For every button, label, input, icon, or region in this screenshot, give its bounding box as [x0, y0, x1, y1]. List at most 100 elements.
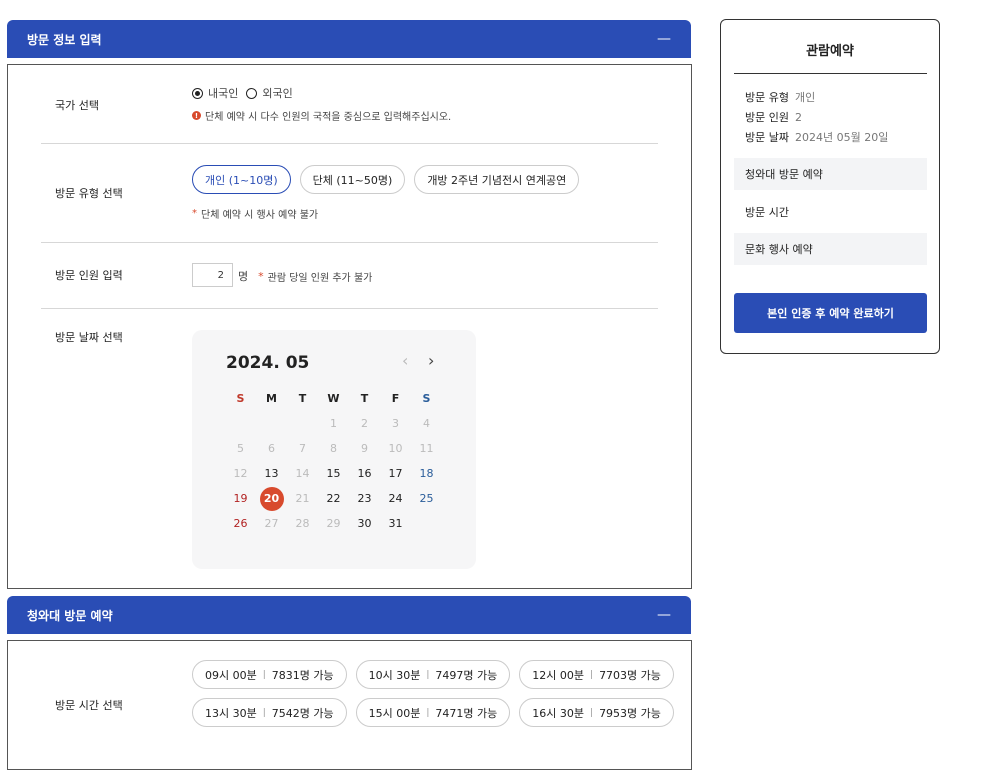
- confirm-reservation-button[interactable]: 본인 인증 후 예약 완료하기: [734, 293, 927, 333]
- radio-foreign-label: 외국인: [262, 87, 293, 100]
- chevron-right-icon[interactable]: ›: [428, 353, 434, 369]
- calendar-day: 5: [225, 436, 256, 461]
- calendar-day-number: 5: [237, 442, 244, 455]
- calendar-day: 28: [287, 511, 318, 536]
- calendar-month-title: 2024. 05: [226, 353, 310, 373]
- separator: |: [590, 707, 594, 718]
- cheongwadae-header[interactable]: 청와대 방문 예약 —: [7, 596, 691, 634]
- calendar-day: 11: [411, 436, 442, 461]
- calendar-day-number: 19: [233, 492, 248, 505]
- type-label: 방문 유형 선택: [55, 187, 123, 200]
- radio-unchecked-icon: [246, 87, 258, 99]
- calendar-empty-cell: [225, 411, 256, 436]
- calendar-day[interactable]: 26: [225, 511, 256, 536]
- calendar-day[interactable]: 13: [256, 461, 287, 486]
- radio-domestic-label: 내국인: [208, 87, 239, 100]
- calendar-day: 6: [256, 436, 287, 461]
- calendar-day[interactable]: 23: [349, 486, 380, 511]
- time-label: 방문 시간 선택: [55, 699, 123, 712]
- visit-info-header[interactable]: 방문 정보 입력 —: [7, 20, 691, 58]
- type-note: * 단체 예약 시 행사 예약 불가: [192, 206, 318, 221]
- time-slot-button[interactable]: 15시 00분 | 7471명 가능: [355, 698, 511, 727]
- calendar-day-number: 24: [388, 492, 403, 505]
- collapse-icon[interactable]: —: [657, 608, 671, 622]
- calendar-day[interactable]: 25: [411, 486, 442, 511]
- calendar-day[interactable]: 18: [411, 461, 442, 486]
- calendar-day-number: 16: [357, 467, 372, 480]
- summary-item-cheongwadae: 청와대 방문 예약: [734, 158, 927, 190]
- calendar: 2024. 05 ‹ › S M T W T F S 1 2 3 4 5 6 7 8 9 10 11 12 13 14 1…: [192, 330, 476, 569]
- calendar-day-number: 12: [233, 467, 248, 480]
- calendar-day: 7: [287, 436, 318, 461]
- separator: |: [590, 669, 594, 680]
- country-note-text: 단체 예약 시 다수 인원의 국적을 중심으로 입력해주십시오.: [205, 112, 452, 123]
- calendar-day[interactable]: 30: [349, 511, 380, 536]
- calendar-day-number: 27: [264, 517, 279, 530]
- type-options: 개인 (1~10명) 단체 (11~50명) 개방 2주년 기념전시 연계공연: [192, 165, 580, 194]
- chevron-left-icon[interactable]: ‹: [402, 353, 408, 369]
- calendar-day-number: 23: [357, 492, 372, 505]
- calendar-day[interactable]: 17: [380, 461, 411, 486]
- calendar-day: 27: [256, 511, 287, 536]
- calendar-day: 12: [225, 461, 256, 486]
- count-note-text: 관람 당일 인원 추가 불가: [267, 272, 373, 284]
- type-option-group[interactable]: 단체 (11~50명): [299, 165, 406, 194]
- type-option-individual[interactable]: 개인 (1~10명): [192, 165, 291, 194]
- country-note: ! 단체 예약 시 다수 인원의 국적을 중심으로 입력해주십시오.: [192, 108, 451, 123]
- calendar-day-number: 30: [357, 517, 372, 530]
- divider: [41, 308, 658, 309]
- required-star: *: [258, 269, 264, 283]
- calendar-day[interactable]: 24: [380, 486, 411, 511]
- required-star: *: [192, 208, 197, 219]
- calendar-day[interactable]: 15: [318, 461, 349, 486]
- weekday-header: F: [391, 392, 400, 405]
- summary-item-event: 문화 행사 예약: [734, 233, 927, 265]
- radio-checked-icon: [192, 87, 203, 99]
- summary-info-key: 방문 날짜: [745, 131, 789, 144]
- time-slot-availability: 7471명 가능: [435, 706, 498, 720]
- calendar-day-number: 21: [295, 492, 310, 505]
- time-slot-button[interactable]: 09시 00분 | 7831명 가능: [192, 660, 347, 689]
- time-slot-button[interactable]: 16시 30분 | 7953명 가능: [519, 698, 674, 727]
- radio-domestic[interactable]: 내국인: [192, 85, 238, 101]
- date-label: 방문 날짜 선택: [55, 331, 123, 344]
- reservation-summary: 관람예약 방문 유형 개인 방문 인원 2 방문 날짜 2024년 05월 20일 청…: [720, 19, 940, 354]
- calendar-day-number: 9: [361, 442, 368, 455]
- divider: [41, 242, 658, 243]
- calendar-day-number: 15: [326, 467, 341, 480]
- time-slot-time: 10시 30분: [368, 668, 421, 682]
- summary-info-key: 방문 인원: [745, 111, 789, 124]
- calendar-day-number: 18: [419, 467, 434, 480]
- calendar-day-number: 14: [295, 467, 310, 480]
- time-slot-time: 15시 00분: [368, 706, 421, 720]
- calendar-day-number: 3: [392, 417, 399, 430]
- weekday-header: S: [236, 392, 245, 405]
- collapse-icon[interactable]: —: [657, 32, 671, 46]
- calendar-day-number: 17: [388, 467, 403, 480]
- calendar-day-selected[interactable]: 20: [256, 486, 287, 511]
- calendar-day[interactable]: 31: [380, 511, 411, 536]
- info-icon: !: [192, 111, 201, 120]
- radio-foreign[interactable]: 외국인: [246, 85, 293, 101]
- count-input[interactable]: [192, 263, 233, 287]
- country-radio-group: 내국인 외국인: [192, 85, 293, 101]
- time-slot-button[interactable]: 12시 00분 | 7703명 가능: [519, 660, 674, 689]
- summary-info-key: 방문 유형: [745, 91, 789, 104]
- visit-info-panel: 국가 선택 내국인 외국인 ! 단체 예약 시 다수 인원의 국적을 중심으로 …: [7, 64, 692, 589]
- calendar-day[interactable]: 16: [349, 461, 380, 486]
- calendar-day: 8: [318, 436, 349, 461]
- calendar-day[interactable]: 19: [225, 486, 256, 511]
- summary-info-row: 방문 날짜 2024년 05월 20일: [745, 128, 888, 148]
- type-option-event[interactable]: 개방 2주년 기념전시 연계공연: [414, 165, 580, 194]
- time-slot-button[interactable]: 10시 30분 | 7497명 가능: [355, 660, 511, 689]
- separator: |: [426, 707, 430, 718]
- calendar-empty-cell: [256, 411, 287, 436]
- calendar-day[interactable]: 22: [318, 486, 349, 511]
- divider: [41, 143, 658, 144]
- time-slot-time: 13시 30분: [205, 706, 257, 720]
- time-slot-button[interactable]: 13시 30분 | 7542명 가능: [192, 698, 347, 727]
- calendar-day: 3: [380, 411, 411, 436]
- summary-info: 방문 유형 개인 방문 인원 2 방문 날짜 2024년 05월 20일: [745, 88, 888, 148]
- count-note: 명 * 관람 당일 인원 추가 불가: [238, 268, 372, 284]
- calendar-day: 21: [287, 486, 318, 511]
